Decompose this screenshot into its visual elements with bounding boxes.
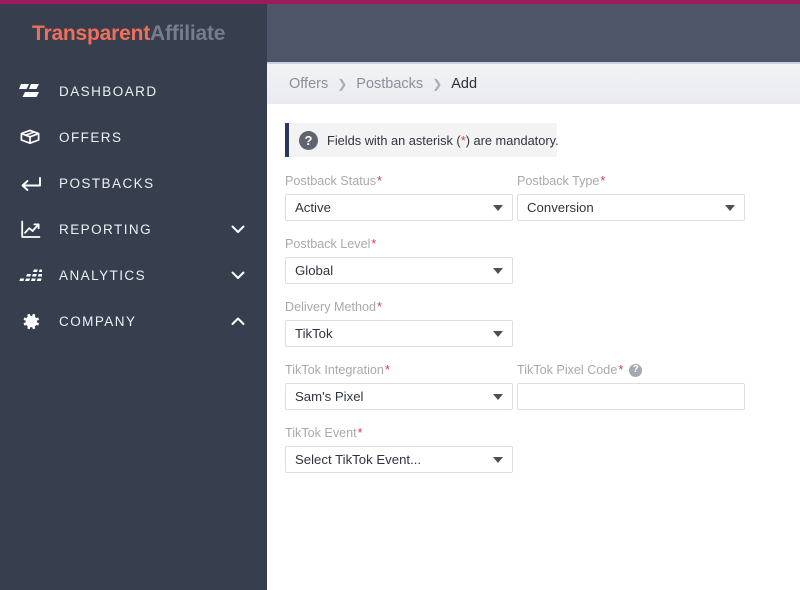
top-accent-bar <box>0 0 800 4</box>
sidebar-item-label: DASHBOARD <box>59 83 158 99</box>
select-value: TikTok <box>295 326 333 341</box>
tiktok-integration-select[interactable]: Sam's Pixel <box>285 383 513 410</box>
field-tiktok-integration: TikTok Integration * Sam's Pixel <box>285 363 513 410</box>
breadcrumb-item-offers[interactable]: Offers <box>289 76 328 92</box>
caret-down-icon <box>493 330 503 337</box>
required-marker: * <box>377 300 382 314</box>
required-marker: * <box>384 363 390 377</box>
alert-text-after: ) are mandatory. <box>465 132 559 148</box>
caret-down-icon <box>493 204 503 211</box>
sidebar-item-label: POSTBACKS <box>59 175 155 191</box>
postback-form: Postback Status * Active Postback Type * C… <box>285 174 785 489</box>
postback-level-select[interactable]: Global <box>285 257 513 284</box>
tiktok-pixel-code-input[interactable] <box>517 383 745 410</box>
chevron-down-icon[interactable] <box>231 271 245 280</box>
caret-down-icon <box>493 393 503 400</box>
field-delivery-method: Delivery Method * TikTok <box>285 300 513 347</box>
alert-text-before: Fields with an asterisk ( <box>327 132 461 148</box>
top-header-underline <box>267 62 800 63</box>
form-row-status-type: Postback Status * Active Postback Type * C… <box>285 174 785 221</box>
brand-name-primary: Transparent <box>32 21 151 45</box>
form-row-event: TikTok Event * Select TikTok Event... <box>285 426 785 473</box>
field-label-text: TikTok Integration <box>285 363 384 377</box>
required-marker: * <box>377 174 382 188</box>
select-value: Select TikTok Event... <box>295 452 422 467</box>
breadcrumb-separator-icon: ❯ <box>337 77 348 91</box>
field-postback-level: Postback Level * Global <box>285 237 513 284</box>
caret-down-icon <box>725 204 735 211</box>
field-postback-type: Postback Type * Conversion <box>517 174 745 221</box>
required-marker: * <box>357 426 363 440</box>
caret-down-icon <box>493 267 503 274</box>
chevron-up-icon[interactable] <box>231 317 245 326</box>
top-header-bar <box>267 4 800 63</box>
delivery-method-select[interactable]: TikTok <box>285 320 513 347</box>
postback-status-select[interactable]: Active <box>285 194 513 221</box>
sidebar-item-postbacks[interactable]: POSTBACKS <box>0 160 267 206</box>
field-postback-status: Postback Status * Active <box>285 174 513 221</box>
field-label-text: Postback Status <box>285 174 377 188</box>
breadcrumb-item-postbacks[interactable]: Postbacks <box>356 76 423 92</box>
bar-chart-icon <box>13 268 47 283</box>
gear-icon <box>13 311 47 332</box>
return-arrow-icon <box>13 175 47 192</box>
chevron-down-icon[interactable] <box>231 225 245 234</box>
brand-logo-text: TransparentAffiliate <box>32 22 225 46</box>
sidebar: TransparentAffiliate DASHBOARD OFFERS PO… <box>0 4 267 590</box>
select-value: Global <box>295 263 334 278</box>
field-label-text: TikTok Event <box>285 426 357 440</box>
field-label: TikTok Pixel Code *? <box>517 363 745 377</box>
sidebar-item-dashboard[interactable]: DASHBOARD <box>0 68 267 114</box>
select-value: Active <box>295 200 331 215</box>
sidebar-item-analytics[interactable]: ANALYTICS <box>0 252 267 298</box>
form-row-level: Postback Level * Global <box>285 237 785 284</box>
field-tiktok-pixel-code: TikTok Pixel Code *? <box>517 363 745 410</box>
breadcrumb: Offers ❯ Postbacks ❯ Add <box>267 63 800 104</box>
sidebar-item-label: ANALYTICS <box>59 267 147 283</box>
mandatory-fields-alert: ? Fields with an asterisk (*) are mandat… <box>285 123 559 157</box>
sidebar-item-reporting[interactable]: REPORTING <box>0 206 267 252</box>
field-label-text: Postback Level <box>285 237 371 251</box>
dashboard-icon <box>13 83 47 99</box>
brand-logo[interactable]: TransparentAffiliate <box>0 4 267 63</box>
field-label-text: Postback Type <box>517 174 600 188</box>
tiktok-event-select[interactable]: Select TikTok Event... <box>285 446 513 473</box>
help-circle-icon[interactable]: ? <box>629 363 643 377</box>
field-label: Delivery Method * <box>285 300 513 314</box>
required-marker: * <box>371 237 377 251</box>
field-label-text: TikTok Pixel Code <box>517 363 618 377</box>
required-marker: * <box>600 174 606 188</box>
select-value: Conversion <box>527 200 594 215</box>
box-icon <box>13 128 47 146</box>
sidebar-item-label: COMPANY <box>59 313 137 329</box>
field-label: TikTok Event * <box>285 426 513 440</box>
sidebar-item-offers[interactable]: OFFERS <box>0 114 267 160</box>
required-marker: * <box>618 363 624 377</box>
postback-type-select[interactable]: Conversion <box>517 194 745 221</box>
form-row-integration-pixel: TikTok Integration * Sam's Pixel TikTok P… <box>285 363 785 410</box>
main-content: Offers ❯ Postbacks ❯ Add ? Fields with a… <box>267 4 800 590</box>
caret-down-icon <box>493 456 503 463</box>
breadcrumb-item-add: Add <box>451 76 478 92</box>
field-tiktok-event: TikTok Event * Select TikTok Event... <box>285 426 513 473</box>
application-window: TransparentAffiliate DASHBOARD OFFERS PO… <box>0 0 800 590</box>
breadcrumb-separator-icon: ❯ <box>432 77 443 91</box>
select-value: Sam's Pixel <box>295 389 364 404</box>
question-mark-icon: ? <box>299 130 318 150</box>
brand-name-secondary: Affiliate <box>150 21 226 45</box>
field-label: Postback Level * <box>285 237 513 251</box>
sidebar-item-label: OFFERS <box>59 129 123 145</box>
form-row-delivery: Delivery Method * TikTok <box>285 300 785 347</box>
alert-message: Fields with an asterisk (*) are mandator… <box>327 133 559 148</box>
line-chart-icon <box>13 220 47 239</box>
field-label: TikTok Integration * <box>285 363 513 377</box>
sidebar-item-company[interactable]: COMPANY <box>0 298 267 344</box>
field-label: Postback Status * <box>285 174 513 188</box>
sidebar-item-label: REPORTING <box>59 221 153 237</box>
form-panel: ? Fields with an asterisk (*) are mandat… <box>267 104 800 590</box>
sidebar-nav: DASHBOARD OFFERS POSTBACKS REPORTING ANA… <box>0 63 267 344</box>
field-label: Postback Type * <box>517 174 745 188</box>
field-label-text: Delivery Method <box>285 300 376 314</box>
